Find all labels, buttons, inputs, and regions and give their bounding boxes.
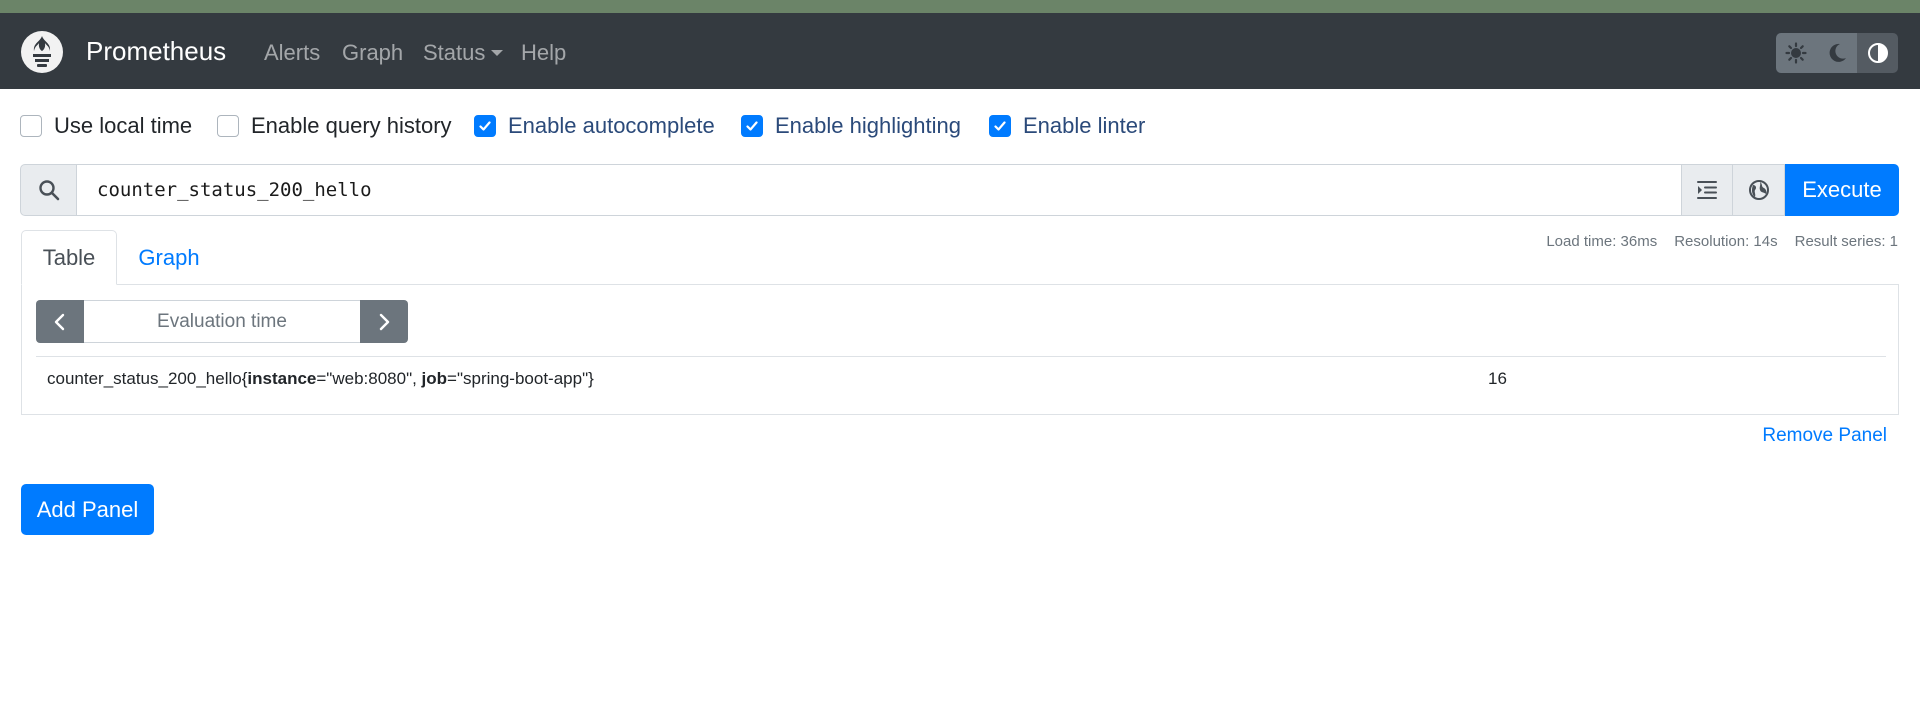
prometheus-logo-icon[interactable]: [21, 31, 63, 73]
option-label: Use local time: [54, 113, 193, 138]
query-stats: Load time: 36ms Resolution: 14s Result s…: [1546, 233, 1898, 250]
search-icon: [20, 164, 77, 216]
tab-graph[interactable]: Graph: [117, 230, 221, 285]
globe-icon: [1748, 180, 1769, 200]
option-label: Enable query history: [251, 113, 452, 138]
tab-table[interactable]: Table: [21, 230, 117, 285]
option-enable-query-history[interactable]: Enable query history: [217, 113, 452, 139]
option-enable-linter[interactable]: Enable linter: [989, 113, 1145, 139]
option-label: Enable autocomplete: [508, 113, 715, 138]
brace-close: }: [588, 369, 594, 388]
label-key-job: job: [421, 369, 448, 388]
label-key-instance: instance: [247, 369, 317, 388]
moon-icon: [1829, 43, 1846, 62]
load-time: Load time: 36ms: [1546, 233, 1658, 250]
theme-dark-button[interactable]: [1816, 33, 1858, 73]
chevron-left-icon: [54, 313, 65, 330]
add-panel-button[interactable]: Add Panel: [21, 484, 154, 535]
expression-input[interactable]: counter_status_200_hello: [77, 164, 1681, 216]
evaluation-time-input[interactable]: Evaluation time: [84, 300, 360, 343]
option-enable-autocomplete[interactable]: Enable autocomplete: [474, 113, 715, 139]
sun-icon: [1785, 42, 1807, 64]
indent-icon: [1697, 181, 1717, 199]
chevron-right-icon: [379, 313, 390, 330]
nav-help[interactable]: Help: [521, 40, 566, 66]
execute-button[interactable]: Execute: [1785, 164, 1899, 216]
caret-down-icon: [491, 49, 504, 56]
series-value: 16: [1488, 369, 1507, 388]
nav-status-label: Status: [423, 40, 486, 65]
remove-panel-link[interactable]: Remove Panel: [1762, 425, 1887, 447]
label-value-instance: ="web:8080",: [316, 369, 422, 388]
navbar: Prometheus Alerts Graph Status Help: [0, 13, 1920, 89]
checkbox-unchecked-icon[interactable]: [217, 115, 239, 137]
result-series: Result series: 1: [1794, 233, 1898, 250]
brand-title[interactable]: Prometheus: [86, 36, 226, 66]
checkbox-checked-icon[interactable]: [474, 115, 496, 137]
metrics-explorer-button[interactable]: [1733, 164, 1785, 216]
contrast-icon: [1867, 43, 1888, 63]
option-use-local-time[interactable]: Use local time: [20, 113, 192, 139]
nav-status[interactable]: Status: [423, 40, 504, 66]
nav-alerts[interactable]: Alerts: [264, 40, 320, 66]
table-panel: Evaluation time counter_status_200_hello…: [21, 284, 1899, 415]
theme-light-button[interactable]: [1776, 33, 1817, 73]
option-enable-highlighting[interactable]: Enable highlighting: [741, 113, 961, 139]
label-value-job: ="spring-boot-app": [447, 369, 589, 388]
eval-next-button[interactable]: [360, 300, 408, 343]
eval-prev-button[interactable]: [36, 300, 84, 343]
metric-name: counter_status_200_hello: [47, 369, 242, 388]
checkbox-checked-icon[interactable]: [741, 115, 763, 137]
theme-toggle-group: [1776, 33, 1898, 73]
option-label: Enable highlighting: [775, 113, 961, 138]
table-row: counter_status_200_hello{instance="web:8…: [36, 356, 1886, 401]
resolution: Resolution: 14s: [1674, 233, 1778, 250]
nav-graph[interactable]: Graph: [342, 40, 403, 66]
evaluation-time-control: Evaluation time: [36, 300, 408, 343]
checkbox-checked-icon[interactable]: [989, 115, 1011, 137]
format-expression-button[interactable]: [1681, 164, 1733, 216]
option-label: Enable linter: [1023, 113, 1146, 138]
browser-top-strip: [0, 0, 1920, 13]
query-bar: counter_status_200_hello Execute: [20, 164, 1899, 216]
checkbox-unchecked-icon[interactable]: [20, 115, 42, 137]
series-labels: counter_status_200_hello{instance="web:8…: [47, 369, 594, 389]
theme-auto-button[interactable]: [1857, 33, 1898, 73]
